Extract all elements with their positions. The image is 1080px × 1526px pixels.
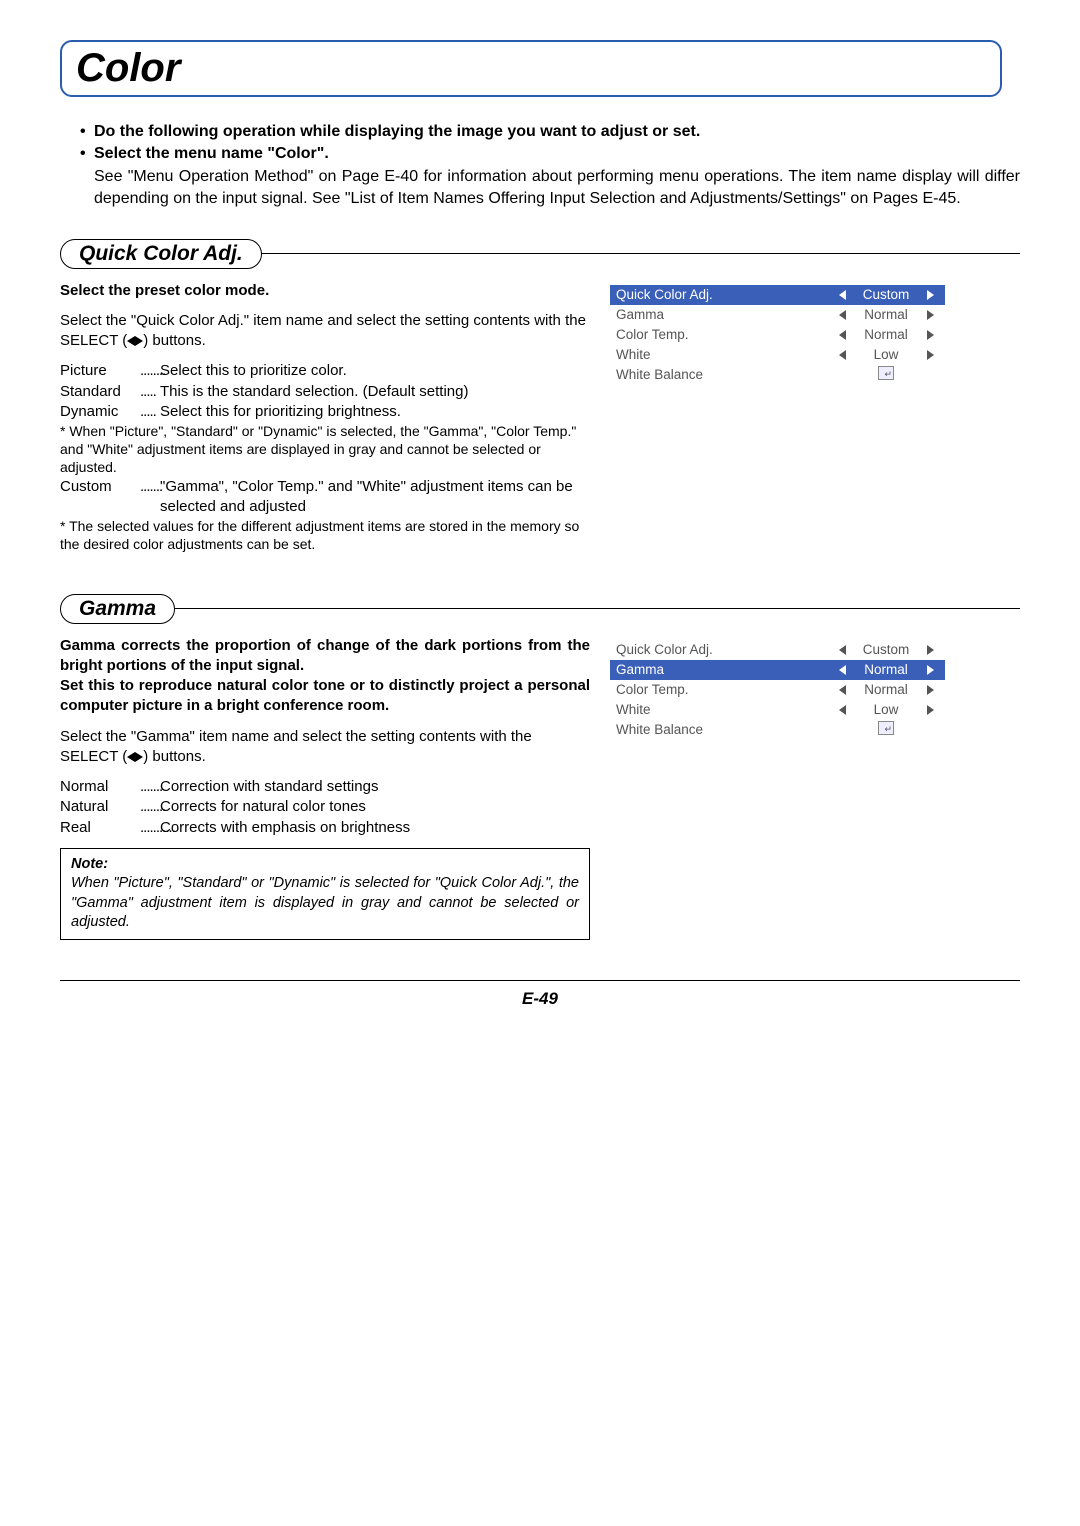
section-rule [254,253,1020,254]
section1-options: Picture........Select this to prioritize… [60,361,590,422]
left-arrow-icon[interactable] [833,664,851,676]
section1-footnote1: * When "Picture", "Standard" or "Dynamic… [60,422,590,477]
section-header-quick-color: Quick Color Adj. [60,239,1020,269]
intro-block: •Do the following operation while displa… [80,121,1020,211]
right-arrow-icon[interactable] [921,684,939,696]
right-arrow-icon[interactable] [921,329,939,341]
note-title: Note: [71,855,579,875]
menu-row-white[interactable]: White Low [610,345,945,365]
intro-bullet-2: •Select the menu name "Color". [80,143,1020,165]
menu-row-gamma[interactable]: Gamma Normal [610,305,945,325]
section-rule [167,608,1020,609]
left-arrow-icon[interactable] [833,684,851,696]
right-arrow-icon[interactable] [921,644,939,656]
footer-rule [60,980,1020,981]
section-heading: Gamma [60,594,175,624]
section2-para1: Select the "Gamma" item name and select … [60,727,590,768]
left-arrow-icon [127,336,135,346]
right-arrow-icon[interactable] [921,664,939,676]
menu-panel-2: Quick Color Adj. Custom Gamma Normal Col… [610,640,945,941]
left-arrow-icon[interactable] [833,704,851,716]
section-header-gamma: Gamma [60,594,1020,624]
section1-para1: Select the "Quick Color Adj." item name … [60,311,590,352]
section1-text: Select the preset color mode. Select the… [60,281,590,554]
left-arrow-icon[interactable] [833,309,851,321]
right-arrow-icon[interactable] [921,704,939,716]
menu-row-white-balance[interactable]: White Balance [610,720,945,740]
menu-row-quick-color[interactable]: Quick Color Adj. Custom [610,640,945,660]
section1-custom: Custom......."Gamma", "Color Temp." and … [60,477,590,518]
intro-bullet-1: •Do the following operation while displa… [80,121,1020,143]
menu-row-white-balance[interactable]: White Balance [610,365,945,385]
page-number: E-49 [60,989,1020,1009]
enter-icon[interactable] [851,366,921,383]
menu-row-color-temp[interactable]: Color Temp. Normal [610,680,945,700]
right-arrow-icon[interactable] [921,309,939,321]
intro-paragraph: See "Menu Operation Method" on Page E-40… [94,166,1020,211]
menu-panel-1: Quick Color Adj. Custom Gamma Normal Col… [610,285,945,554]
page-title-box: Color [60,40,1002,97]
note-body: When "Picture", "Standard" or "Dynamic" … [71,874,579,933]
menu-row-color-temp[interactable]: Color Temp. Normal [610,325,945,345]
menu-row-quick-color[interactable]: Quick Color Adj. Custom [610,285,945,305]
section2-text: Gamma corrects the proportion of change … [60,636,590,941]
left-arrow-icon[interactable] [833,644,851,656]
menu-row-white[interactable]: White Low [610,700,945,720]
left-arrow-icon[interactable] [833,329,851,341]
left-arrow-icon [127,752,135,762]
section-heading: Quick Color Adj. [60,239,262,269]
left-arrow-icon[interactable] [833,349,851,361]
menu-row-gamma[interactable]: Gamma Normal [610,660,945,680]
section2-sub-bold: Gamma corrects the proportion of change … [60,636,590,717]
enter-icon[interactable] [851,721,921,738]
right-arrow-icon[interactable] [921,349,939,361]
section2-options: Normal.......Correction with standard se… [60,777,590,838]
left-arrow-icon[interactable] [833,289,851,301]
section1-footnote2: * The selected values for the different … [60,517,590,553]
page-title: Color [76,46,180,90]
note-box: Note: When "Picture", "Standard" or "Dyn… [60,848,590,940]
right-arrow-icon[interactable] [921,289,939,301]
section1-sub-bold: Select the preset color mode. [60,281,590,301]
